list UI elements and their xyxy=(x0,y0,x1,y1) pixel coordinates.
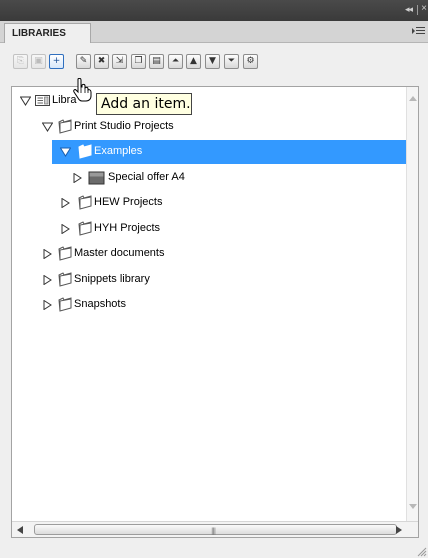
expanded-arrow-icon[interactable] xyxy=(41,122,54,132)
horizontal-scroll-thumb[interactable]: ||| xyxy=(34,524,397,535)
tree-item[interactable]: Snippets library xyxy=(12,268,407,292)
properties-icon: ⚙ xyxy=(246,56,255,66)
tree-item[interactable]: Print Studio Projects xyxy=(12,115,407,139)
import-button[interactable]: ⇲ xyxy=(112,54,127,69)
open-button[interactable]: ⎘ xyxy=(13,54,28,69)
close-panel-icon[interactable]: × xyxy=(421,3,427,14)
panel-title-bar: ◂◂ × xyxy=(0,0,428,21)
move-up-button[interactable]: ▲ xyxy=(186,54,201,69)
vertical-scrollbar[interactable] xyxy=(406,87,418,522)
library-icon xyxy=(34,92,51,109)
save-icon: ▣ xyxy=(34,56,43,66)
tree-item[interactable]: Master documents xyxy=(12,242,407,266)
delete-button[interactable]: ✖ xyxy=(94,54,109,69)
library-toolbar: ⎘ ▣ + ✎ ✖ ⇲ ❐ ▤ ⏶ ▲ ▼ ⏷ ⚙ xyxy=(0,43,428,82)
panel-menu-icon[interactable] xyxy=(412,25,425,37)
move-bottom-icon: ⏷ xyxy=(227,56,236,66)
open-icon: ⎘ xyxy=(16,56,25,66)
title-bar-divider xyxy=(417,5,418,15)
move-top-button[interactable]: ⏶ xyxy=(168,54,183,69)
tooltip: Add an item. xyxy=(96,93,192,115)
tree-item-label: Examples xyxy=(94,145,143,157)
tree-item-label: Master documents xyxy=(74,247,165,259)
folder-icon xyxy=(56,271,73,288)
library-tree[interactable]: Snapshots Snippets library Master document… xyxy=(11,86,419,538)
copy-button[interactable]: ❐ xyxy=(131,54,146,69)
tree-item[interactable]: Snapshots xyxy=(12,293,407,317)
folder-icon xyxy=(56,296,73,313)
tab-libraries[interactable]: LIBRARIES xyxy=(4,23,91,44)
collapse-panel-icon[interactable]: ◂◂ xyxy=(405,5,413,15)
collapsed-arrow-icon[interactable] xyxy=(60,197,71,209)
paste-icon: ▤ xyxy=(152,56,161,66)
edit-button[interactable]: ✎ xyxy=(76,54,91,69)
tree-item-label: Special offer A4 xyxy=(108,171,185,183)
paste-button[interactable]: ▤ xyxy=(149,54,164,69)
add-item-button[interactable]: + xyxy=(49,54,64,69)
scroll-grip-icon: ||| xyxy=(211,527,216,535)
scroll-up-icon[interactable] xyxy=(409,95,417,101)
folder-icon xyxy=(76,194,93,211)
document-icon xyxy=(88,169,105,186)
save-button[interactable]: ▣ xyxy=(31,54,46,69)
tree-item[interactable]: Examples xyxy=(52,140,406,164)
tree-item-label: HEW Projects xyxy=(94,196,163,208)
move-up-icon: ▲ xyxy=(190,56,197,66)
tree-item[interactable]: HYH Projects xyxy=(12,217,407,241)
collapsed-arrow-icon[interactable] xyxy=(72,172,83,184)
move-bottom-button[interactable]: ⏷ xyxy=(224,54,239,69)
hand-cursor-icon xyxy=(73,78,92,102)
folder-icon xyxy=(76,220,93,237)
expanded-arrow-icon[interactable] xyxy=(19,96,32,106)
tree-item[interactable]: Special offer A4 xyxy=(12,166,407,190)
collapsed-arrow-icon[interactable] xyxy=(60,223,71,235)
panel-tab-strip: LIBRARIES xyxy=(0,21,428,44)
import-icon: ⇲ xyxy=(115,56,124,66)
collapsed-arrow-icon[interactable] xyxy=(42,299,53,311)
collapsed-arrow-icon[interactable] xyxy=(42,274,53,286)
move-down-button[interactable]: ▼ xyxy=(205,54,220,69)
tree-item-label: Print Studio Projects xyxy=(74,120,174,132)
tree-item-label: Snapshots xyxy=(74,298,126,310)
scroll-right-icon[interactable] xyxy=(396,526,402,534)
horizontal-scrollbar[interactable]: ||| xyxy=(12,521,418,537)
tree-item-label: HYH Projects xyxy=(94,222,161,234)
edit-icon: ✎ xyxy=(79,56,88,66)
expanded-arrow-icon[interactable] xyxy=(59,147,72,157)
move-top-icon: ⏶ xyxy=(171,56,180,66)
resize-grip-icon[interactable] xyxy=(415,545,427,557)
tree-item-label: Snippets library xyxy=(74,273,150,285)
collapsed-arrow-icon[interactable] xyxy=(42,248,53,260)
delete-icon: ✖ xyxy=(97,56,106,66)
move-down-icon: ▼ xyxy=(209,56,216,66)
add-item-icon: + xyxy=(52,56,61,66)
folder-icon xyxy=(76,143,93,160)
scroll-left-icon[interactable] xyxy=(17,526,23,534)
copy-icon: ❐ xyxy=(134,56,143,66)
folder-icon xyxy=(56,245,73,262)
tree-item[interactable]: HEW Projects xyxy=(12,191,407,215)
properties-button[interactable]: ⚙ xyxy=(243,54,258,69)
folder-icon xyxy=(56,118,73,135)
scroll-down-icon[interactable] xyxy=(409,504,417,510)
